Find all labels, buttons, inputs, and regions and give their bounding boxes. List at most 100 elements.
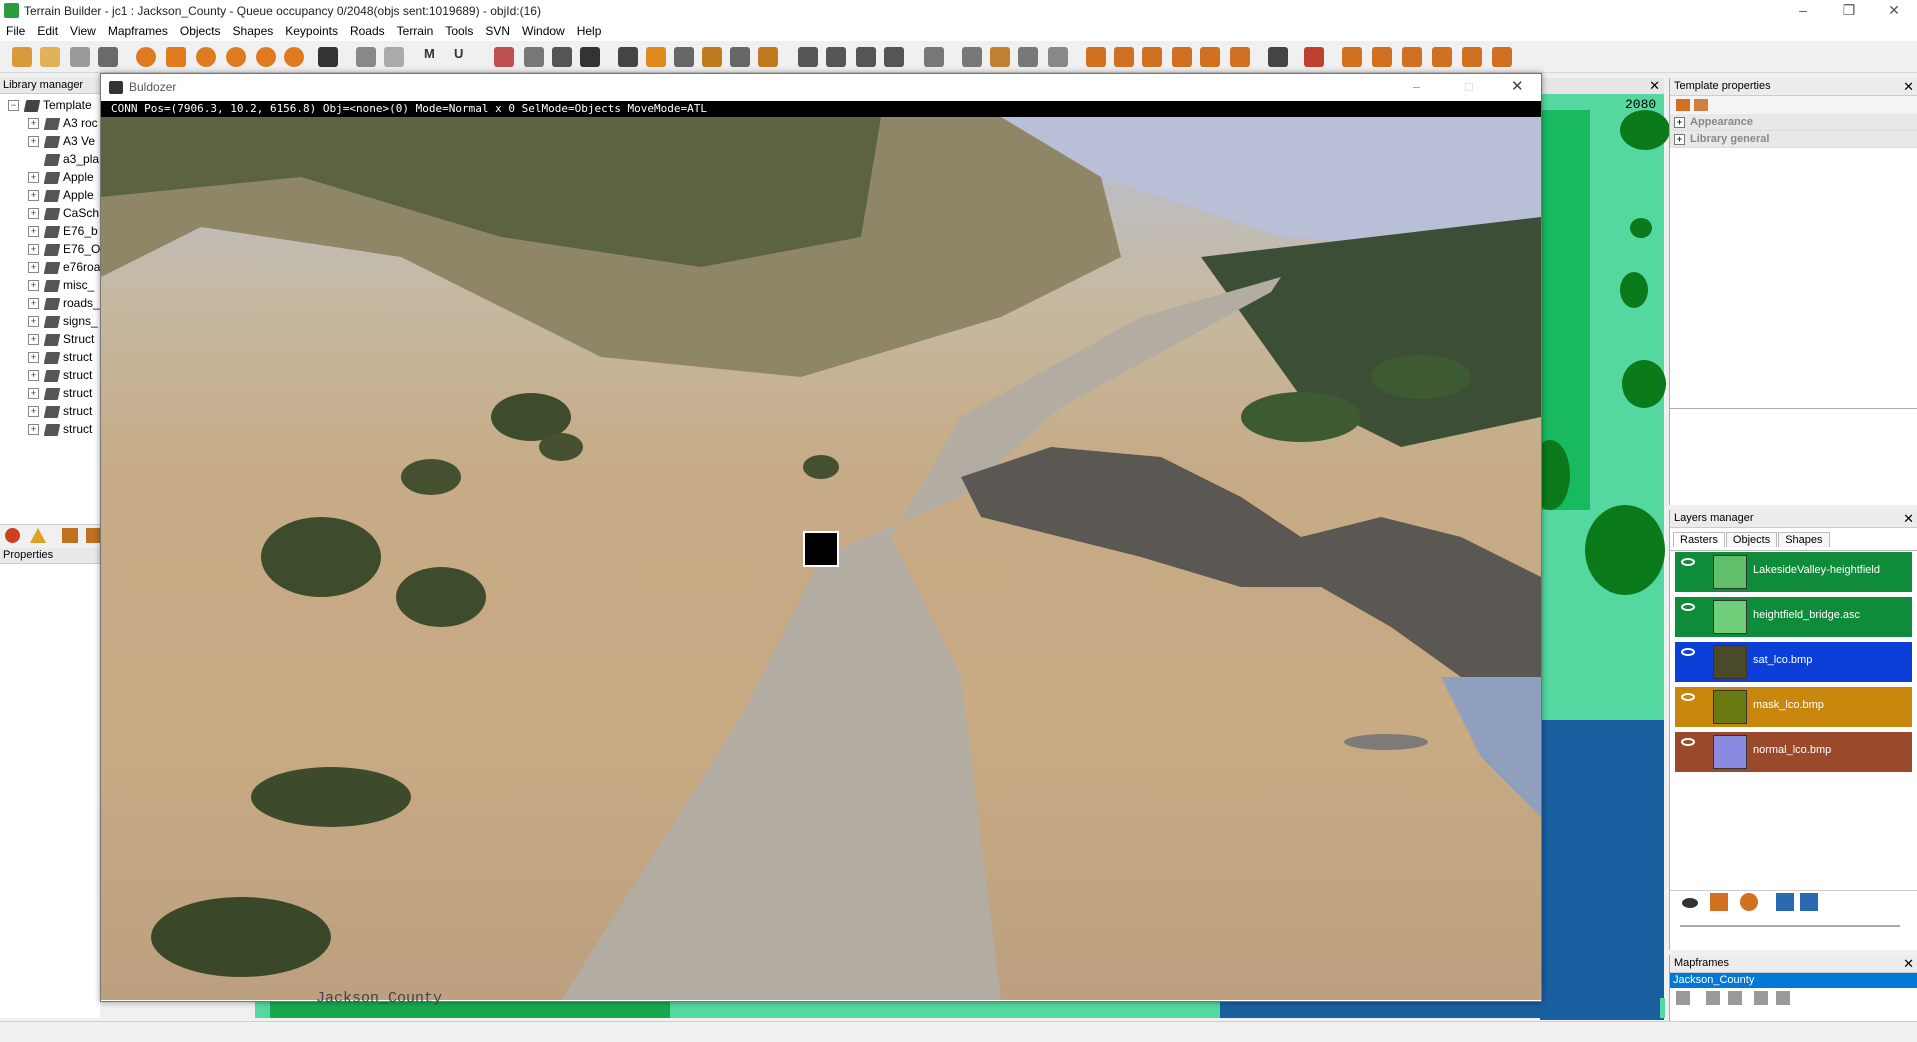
menu-edit[interactable]: Edit: [31, 22, 64, 40]
mapframe-tool-5-icon[interactable]: [1776, 991, 1790, 1005]
save-icon[interactable]: [98, 47, 118, 67]
hand-select-icon[interactable]: [962, 47, 982, 67]
buldozer-title-bar[interactable]: Buldozer – □ ✕: [101, 74, 1541, 101]
measure-icon[interactable]: [524, 47, 544, 67]
layer-row[interactable]: heightfield_bridge.asc: [1675, 597, 1912, 637]
eye-icon[interactable]: [1681, 738, 1695, 746]
eye-icon[interactable]: [1681, 603, 1695, 611]
film-icon[interactable]: [318, 47, 338, 67]
keypoint-4-icon[interactable]: [1432, 47, 1452, 67]
warning-icon[interactable]: [30, 528, 46, 543]
menu-tools[interactable]: Tools: [439, 22, 479, 40]
tree-item[interactable]: + E76_b: [28, 222, 98, 240]
align-icon[interactable]: [674, 47, 694, 67]
close-icon[interactable]: ✕: [1871, 0, 1917, 22]
restore-icon[interactable]: ❐: [1826, 0, 1872, 22]
menu-view[interactable]: View: [64, 22, 102, 40]
points-icon[interactable]: [758, 47, 778, 67]
shape-2-icon[interactable]: [1114, 47, 1134, 67]
new-project-icon[interactable]: [12, 47, 32, 67]
tab-rasters[interactable]: Rasters: [1673, 532, 1725, 547]
frame-2-icon[interactable]: [826, 47, 846, 67]
eye-icon[interactable]: [1681, 693, 1695, 701]
frame-1-icon[interactable]: [798, 47, 818, 67]
menu-objects[interactable]: Objects: [174, 22, 227, 40]
tools-icon[interactable]: [1268, 47, 1288, 67]
menu-window[interactable]: Window: [516, 22, 571, 40]
tree-item[interactable]: +a3_pla: [28, 150, 99, 168]
shape-6-icon[interactable]: [1230, 47, 1250, 67]
opacity-slider[interactable]: [1680, 925, 1900, 927]
tree-item[interactable]: + A3 Ve: [28, 132, 95, 150]
objects-orange-icon[interactable]: [166, 47, 186, 67]
frame-4-icon[interactable]: [884, 47, 904, 67]
tree-item[interactable]: + struct: [28, 402, 92, 420]
tree-item[interactable]: + misc_: [28, 276, 94, 294]
edit-library-icon[interactable]: [86, 528, 100, 543]
map-close-icon[interactable]: ✕: [1649, 78, 1660, 94]
mapframe-tool-1-icon[interactable]: [1676, 991, 1690, 1005]
mapframes-close-icon[interactable]: ✕: [1903, 955, 1914, 972]
split-icon[interactable]: [730, 47, 750, 67]
menu-shapes[interactable]: Shapes: [227, 22, 280, 40]
mapframe-tool-4-icon[interactable]: [1754, 991, 1768, 1005]
m-icon[interactable]: M: [424, 46, 435, 68]
u-icon[interactable]: U: [454, 46, 463, 68]
tree-item[interactable]: + CaSch: [28, 204, 99, 222]
group-appearance[interactable]: + Appearance: [1670, 114, 1917, 131]
open-folder-icon[interactable]: [40, 47, 60, 67]
shape-3-icon[interactable]: [1142, 47, 1162, 67]
road-tool-icon[interactable]: [494, 47, 514, 67]
shape-1-icon[interactable]: [1086, 47, 1106, 67]
layer-up-icon[interactable]: [1776, 893, 1794, 911]
tree-item[interactable]: + struct: [28, 420, 92, 438]
save-disabled-icon[interactable]: [70, 47, 90, 67]
cube-icon[interactable]: [618, 47, 638, 67]
layer-row[interactable]: LakesideValley-heightfield: [1675, 552, 1912, 592]
rotate-tool-icon[interactable]: [990, 47, 1010, 67]
shape-5-icon[interactable]: [1200, 47, 1220, 67]
keypoint-5-icon[interactable]: [1462, 47, 1482, 67]
add-library-icon[interactable]: [62, 528, 78, 543]
cube-orange-icon[interactable]: [646, 47, 666, 67]
ruler-icon[interactable]: [1048, 47, 1068, 67]
undo-icon[interactable]: [356, 47, 376, 67]
link-icon[interactable]: [1304, 47, 1324, 67]
menu-file[interactable]: File: [0, 22, 31, 40]
group-library-general[interactable]: + Library general: [1670, 131, 1917, 148]
center-layer-icon[interactable]: [1740, 893, 1758, 911]
alphabetical-icon[interactable]: [1694, 99, 1708, 111]
zoom-in-icon[interactable]: [226, 47, 246, 67]
tree-item[interactable]: + struct: [28, 384, 92, 402]
template-properties-close-icon[interactable]: ✕: [1903, 78, 1914, 95]
menu-keypoints[interactable]: Keypoints: [279, 22, 344, 40]
delete-icon[interactable]: [5, 528, 20, 543]
categorized-icon[interactable]: [1676, 99, 1690, 111]
3d-viewport[interactable]: [101, 117, 1541, 1000]
menu-help[interactable]: Help: [571, 22, 608, 40]
layer-down-icon[interactable]: [1800, 893, 1818, 911]
center-orange-icon[interactable]: [196, 47, 216, 67]
layers-manager-close-icon[interactable]: ✕: [1903, 510, 1914, 527]
menu-roads[interactable]: Roads: [344, 22, 391, 40]
buldozer-maximize-icon[interactable]: □: [1465, 79, 1473, 94]
gear-orange-icon[interactable]: [136, 47, 156, 67]
mapframe-tool-3-icon[interactable]: [1728, 991, 1742, 1005]
minimize-icon[interactable]: –: [1780, 0, 1826, 22]
pan-icon[interactable]: [284, 47, 304, 67]
shape-4-icon[interactable]: [1172, 47, 1192, 67]
keypoint-6-icon[interactable]: [1492, 47, 1512, 67]
tree-item[interactable]: + Apple: [28, 186, 94, 204]
tab-shapes[interactable]: Shapes: [1778, 532, 1830, 547]
tree-item[interactable]: + e76roa: [28, 258, 100, 276]
tree-item[interactable]: + E76_O: [28, 240, 100, 258]
hand-move-icon[interactable]: [1018, 47, 1038, 67]
eye-icon[interactable]: [1681, 558, 1695, 566]
layer-row[interactable]: mask_lco.bmp: [1675, 687, 1912, 727]
layer-row[interactable]: normal_lco.bmp: [1675, 732, 1912, 772]
tree-item[interactable]: + Apple: [28, 168, 94, 186]
lock-icon[interactable]: [1710, 893, 1728, 911]
zoom-out-icon[interactable]: [256, 47, 276, 67]
keypoint-3-icon[interactable]: [1402, 47, 1422, 67]
layer-row[interactable]: sat_lco.bmp: [1675, 642, 1912, 682]
